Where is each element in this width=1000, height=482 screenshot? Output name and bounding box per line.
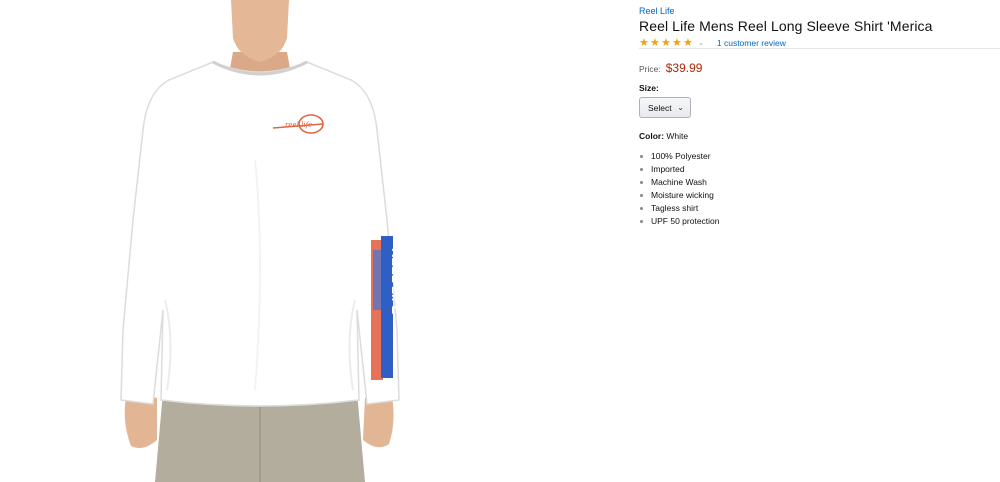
star-rating[interactable]: ★ ★ ★ ★ ★ <box>639 37 693 49</box>
star-icon: ★ <box>639 37 649 49</box>
feature-list: 100% Polyester Imported Machine Wash Moi… <box>639 150 720 228</box>
chevron-down-icon[interactable]: ⌄ <box>698 39 704 47</box>
list-item: Tagless shirt <box>639 202 720 215</box>
product-image[interactable]: reel life REEL LIFE <box>105 0 415 482</box>
size-label: Size: <box>639 83 659 93</box>
star-icon: ★ <box>661 37 671 49</box>
product-title: Reel Life Mens Reel Long Sleeve Shirt 'M… <box>639 18 933 34</box>
list-item: UPF 50 protection <box>639 215 720 228</box>
color-value: White <box>666 131 689 141</box>
list-item: Imported <box>639 163 720 176</box>
list-item: Moisture wicking <box>639 189 720 202</box>
list-item: 100% Polyester <box>639 150 720 163</box>
color-row: Color: White <box>639 131 688 141</box>
shirt-model-illustration: reel life REEL LIFE <box>120 0 404 482</box>
brand-link[interactable]: Reel Life <box>639 6 675 16</box>
svg-text:REEL LIFE: REEL LIFE <box>389 248 404 315</box>
price-row: Price: $39.99 <box>639 61 702 75</box>
customer-review-link[interactable]: 1 customer review <box>717 38 786 48</box>
price-value: $39.99 <box>665 61 703 75</box>
chevron-down-icon: ⌄ <box>677 103 684 112</box>
color-label: Color: <box>639 131 665 141</box>
star-icon: ★ <box>672 37 682 49</box>
sleeve-print: REEL LIFE <box>371 236 404 380</box>
size-select-value: Select <box>648 102 672 113</box>
divider <box>639 48 1000 49</box>
svg-text:reel life: reel life <box>285 121 312 129</box>
star-icon: ★ <box>650 37 660 49</box>
star-icon: ★ <box>683 37 693 49</box>
list-item: Machine Wash <box>639 176 720 189</box>
size-select[interactable]: Select ⌄ <box>639 97 691 118</box>
price-label: Price: <box>639 64 661 74</box>
